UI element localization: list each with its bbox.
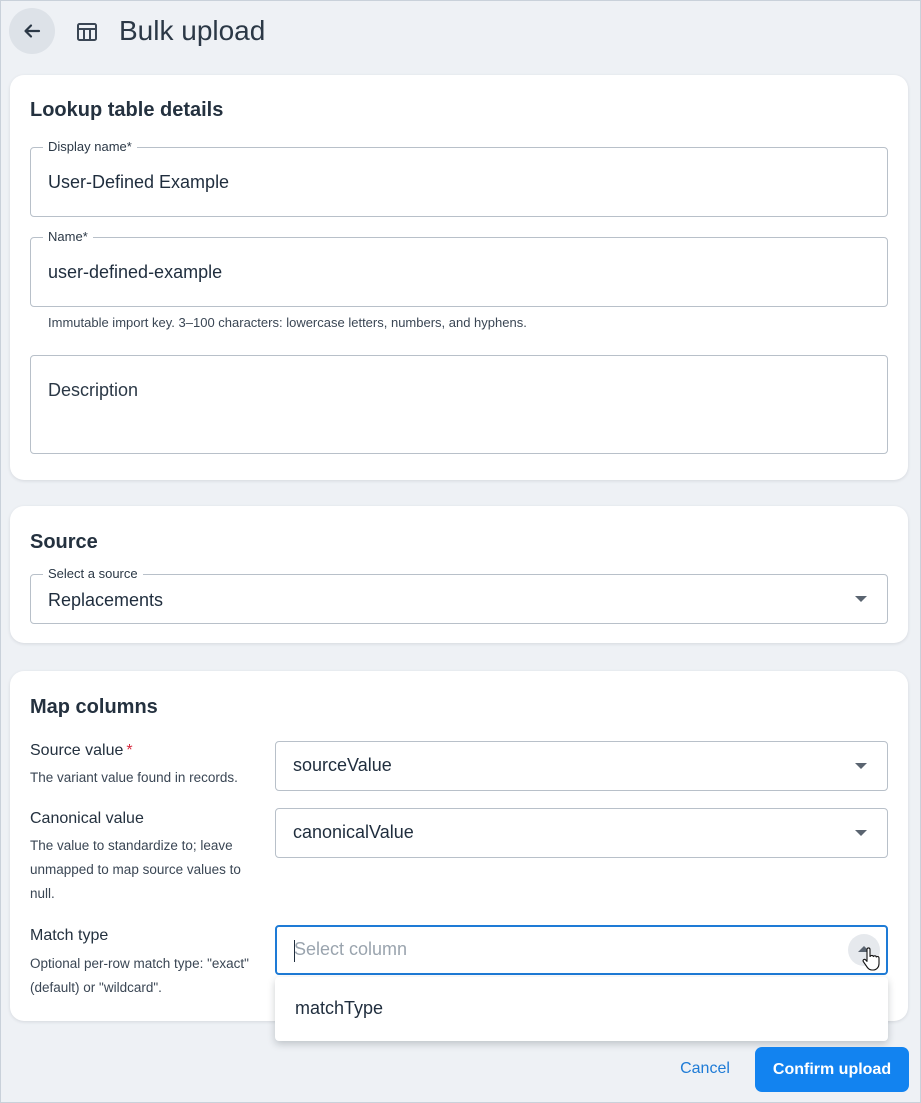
canonical-value-label: Canonical value: [30, 810, 144, 827]
match-type-label: Match type: [30, 927, 109, 944]
page-title: Bulk upload: [119, 15, 266, 46]
source-select[interactable]: Select a source Replacements: [30, 566, 888, 624]
menu-option-matchtype[interactable]: matchType: [275, 977, 888, 1041]
chevron-down-icon: [855, 830, 867, 836]
hand-pointer-icon: [862, 947, 880, 971]
source-select-value: Replacements: [48, 590, 164, 610]
map-columns-card: Map columns Source value * The variant va…: [10, 671, 908, 1021]
description-placeholder: Description: [48, 380, 139, 400]
text-cursor: [294, 940, 295, 962]
menu-option-label: matchType: [295, 998, 384, 1018]
match-type-menu: matchType: [275, 977, 888, 1041]
match-type-description: Optional per-row match type: "exact" (de…: [30, 956, 249, 995]
name-label: Name*: [43, 229, 93, 245]
canonical-value-description: The value to standardize to; leave unmap…: [30, 838, 241, 901]
source-select-label: Select a source: [43, 566, 143, 582]
match-type-select[interactable]: Select column: [275, 925, 888, 975]
canonical-value-selected: canonicalValue: [293, 822, 414, 842]
source-card: Source Select a source Replacements: [10, 506, 908, 643]
lookup-details-card: Lookup table details Display name* User-…: [10, 75, 908, 480]
display-name-value: User-Defined Example: [48, 172, 230, 192]
confirm-upload-button[interactable]: Confirm upload: [755, 1047, 909, 1092]
display-name-field[interactable]: Display name* User-Defined Example: [30, 139, 888, 217]
source-title: Source: [30, 531, 98, 553]
display-name-label: Display name*: [43, 139, 137, 155]
chevron-down-icon: [855, 763, 867, 769]
table-icon: [77, 23, 97, 41]
name-field[interactable]: Name* user-defined-example: [30, 229, 888, 307]
source-value-description: The variant value found in records.: [30, 770, 238, 785]
lookup-details-title: Lookup table details: [30, 99, 224, 121]
back-button[interactable]: [9, 8, 55, 54]
name-value: user-defined-example: [48, 262, 223, 282]
source-value-label: Source value *: [30, 742, 133, 759]
map-columns-title: Map columns: [30, 696, 158, 718]
name-helper-text: Immutable import key. 3–100 characters: …: [48, 315, 527, 330]
cancel-button[interactable]: Cancel: [667, 1049, 743, 1089]
source-value-selected: sourceValue: [293, 755, 392, 775]
canonical-value-select[interactable]: canonicalValue: [275, 808, 888, 858]
match-type-placeholder: Select column: [294, 939, 408, 959]
chevron-down-icon: [855, 596, 867, 602]
arrow-left-icon: [24, 24, 41, 38]
source-value-select[interactable]: sourceValue: [275, 741, 888, 791]
description-field[interactable]: Description: [30, 355, 888, 454]
window-frame: Bulk upload Lookup table details Display…: [0, 0, 921, 1103]
